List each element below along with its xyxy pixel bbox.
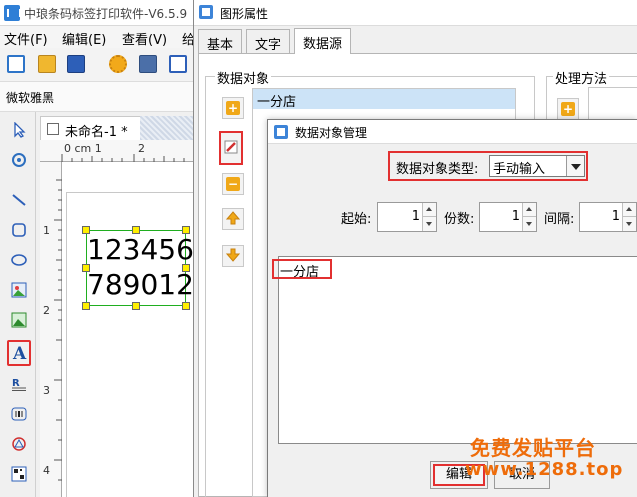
add-process-button[interactable]: + [557,98,579,120]
interval-stepper[interactable]: 1 [579,202,637,232]
interval-value: 1 [611,209,620,224]
settings-gear-icon[interactable] [109,55,127,73]
new-file-icon[interactable] [7,55,25,73]
resize-handle-left[interactable] [82,264,90,272]
start-label: 起始: [341,212,372,227]
document-tab-title: 未命名-1 * [65,125,128,140]
print-preview-icon[interactable] [169,55,187,73]
watermark-url: www.1288.top [465,459,624,480]
resize-handle-top[interactable] [132,226,140,234]
properties-title: 图形属性 [220,7,269,21]
print-icon[interactable] [139,55,157,73]
rectangle-tool-icon[interactable] [9,220,29,240]
text-object[interactable]: 123456 789012 [86,230,194,306]
vertical-ruler: 1 2 3 4 [40,162,62,497]
manager-window-icon [274,125,288,139]
save-icon[interactable] [67,55,85,73]
app-icon [4,5,21,21]
copies-label: 份数: [444,212,475,227]
edit-pencil-icon [224,140,238,157]
svg-text:A: A [12,344,27,362]
add-data-object-button[interactable]: + [222,97,244,119]
data-object-type-select[interactable]: 手动输入 [489,155,585,177]
copies-stepper[interactable]: 1 [479,202,537,232]
select-pointer-icon[interactable] [9,120,29,140]
copies-value: 1 [511,209,520,224]
resize-handle-bottom-left[interactable] [82,302,90,310]
tab-data-source[interactable]: 数据源 [294,28,352,54]
interval-label: 间隔: [544,212,575,227]
text-object-line-2: 789012 [87,268,194,301]
main-toolbar [0,48,200,82]
stepper-down-icon[interactable] [423,217,436,231]
stepper-buttons [422,203,436,231]
qrcode-tool-icon[interactable] [9,464,29,484]
tab-basic[interactable]: 基本 [198,29,243,53]
arrow-down-icon [225,248,241,265]
font-bar: 微软雅黑 [0,82,200,112]
stepper-buttons [522,203,536,231]
arrow-up-icon [225,210,241,228]
svg-text:R: R [12,378,20,389]
image-tool-icon[interactable] [9,280,29,300]
horizontal-ruler: 0 cm 1 2 [40,140,195,162]
tab-text[interactable]: 文字 [246,29,291,53]
menu-bar: 文件(F) 编辑(E) 查看(V) 给 [0,26,200,48]
menu-view[interactable]: 查看(V) [122,29,167,48]
manager-title: 数据对象管理 [295,126,368,140]
text-object-line-1: 123456 [87,233,194,266]
text-tool-icon[interactable]: A [7,340,31,366]
menu-file[interactable]: 文件(F) [4,29,48,48]
chevron-down-icon[interactable] [566,156,584,176]
stepper-down-icon[interactable] [523,217,536,231]
move-up-button[interactable] [222,208,244,230]
open-folder-icon[interactable] [38,55,56,73]
data-object-type-label: 数据对象类型: [396,162,479,177]
design-canvas[interactable] [62,162,195,497]
barcode-tool-icon[interactable] [9,404,29,424]
data-object-type-value: 手动输入 [493,162,546,177]
font-family-select[interactable]: 微软雅黑 [2,87,198,107]
stepper-buttons [622,203,636,231]
properties-window-icon [199,5,213,19]
properties-title-bar: 图形属性 [194,0,637,26]
process-method-label: 处理方法 [553,68,610,87]
ellipse-tool-icon[interactable] [9,250,29,270]
remove-icon: − [226,177,240,191]
shape-tool-icon[interactable] [9,434,29,454]
add-icon: + [561,102,575,116]
picture-tool-icon[interactable] [9,310,29,330]
pan-tool-icon[interactable] [9,150,29,170]
menu-edit[interactable]: 编辑(E) [62,29,106,48]
data-content-textarea[interactable] [278,256,637,444]
start-stepper[interactable]: 1 [377,202,437,232]
remove-data-object-button[interactable]: − [222,173,244,195]
watermark-title: 免费发贴平台 [470,436,596,460]
resize-handle-right[interactable] [182,264,190,272]
stepper-up-icon[interactable] [623,203,636,217]
edit-data-object-button[interactable] [219,131,243,165]
data-content-text: 一分店 [280,265,320,280]
app-title: 中琅条码标签打印软件-V6.5.9 [24,7,188,21]
move-down-button[interactable] [222,245,244,267]
stepper-up-icon[interactable] [423,203,436,217]
left-toolbox: A R [0,112,36,497]
data-object-type-row: 数据对象类型: 手动输入 [388,151,588,181]
resize-handle-bottom-right[interactable] [182,302,190,310]
rich-text-tool-icon[interactable]: R [9,374,29,394]
list-item[interactable]: 一分店 [253,89,515,110]
data-object-group-label: 数据对象 [215,68,272,87]
start-value: 1 [411,209,420,224]
line-tool-icon[interactable] [9,190,29,210]
resize-handle-top-right[interactable] [182,226,190,234]
manager-title-bar: 数据对象管理 [268,120,637,144]
resize-handle-top-left[interactable] [82,226,90,234]
stepper-up-icon[interactable] [523,203,536,217]
tab-strip-fill [140,116,195,140]
add-icon: + [226,101,240,115]
document-icon [47,123,59,135]
stepper-down-icon[interactable] [623,217,636,231]
resize-handle-bottom[interactable] [132,302,140,310]
